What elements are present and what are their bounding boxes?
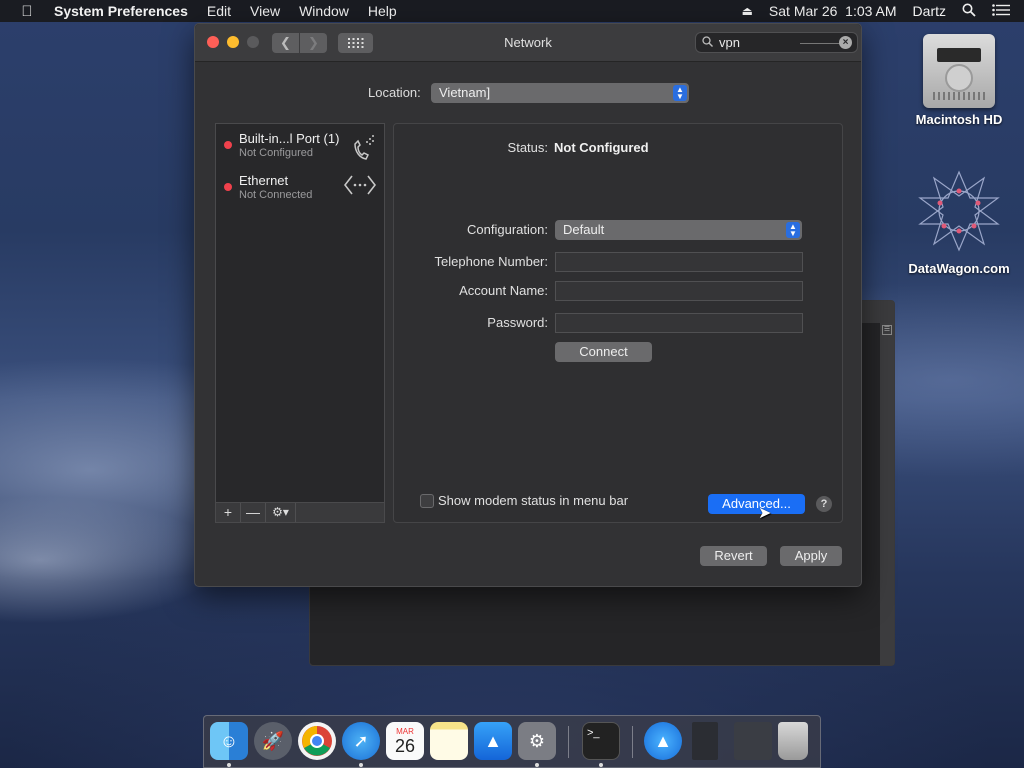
launchpad-icon[interactable]: 🚀	[254, 722, 292, 760]
mouse-pointer-icon: ➤	[758, 505, 772, 522]
desktop-icon-label: DataWagon.com	[908, 261, 1010, 276]
services-list-toolbar: + — ⚙▾	[215, 502, 385, 523]
telephone-number-label: Telephone Number:	[434, 254, 548, 269]
menubar-user[interactable]: Dartz	[913, 3, 946, 19]
app-store-icon[interactable]: ▲	[474, 722, 512, 760]
running-indicator	[535, 763, 539, 767]
desktop-icon-label: Macintosh HD	[915, 112, 1003, 127]
running-indicator	[359, 763, 363, 767]
account-name-label: Account Name:	[459, 283, 548, 298]
service-name: Ethernet	[239, 173, 289, 188]
network-services-list: Built-in...l Port (1) Not Configured Eth…	[215, 123, 385, 503]
trash-icon[interactable]	[778, 722, 808, 760]
system-preferences-icon[interactable]: ⚙	[518, 722, 556, 760]
app-store-downloads-icon[interactable]: ▲	[644, 722, 682, 760]
status-value: Not Configured	[554, 140, 649, 155]
gear-icon: ⚙▾	[272, 505, 289, 519]
plus-icon: +	[223, 504, 233, 520]
menu-window[interactable]: Window	[299, 3, 349, 19]
service-name: Built-in...l Port (1)	[239, 131, 340, 146]
menu-help[interactable]: Help	[368, 3, 397, 19]
chrome-icon[interactable]	[298, 722, 336, 760]
advanced-button[interactable]: Advanced...	[708, 494, 805, 514]
background-window-scrollbar[interactable]	[880, 323, 894, 665]
search-divider	[800, 43, 840, 44]
menu-bar:  System Preferences Edit View Window He…	[0, 0, 1024, 22]
dock: ☺ 🚀 ➚ MAR 26 ▲ ⚙ >_ ▲	[203, 715, 821, 768]
status-label: Status:	[507, 140, 548, 155]
minus-icon: —	[246, 504, 260, 520]
html-file-icon[interactable]	[692, 722, 718, 760]
service-item-builtin-port[interactable]: Built-in...l Port (1) Not Configured	[216, 124, 384, 166]
telephone-number-field[interactable]	[555, 252, 803, 272]
dock-separator	[568, 726, 569, 758]
hard-drive-icon	[923, 34, 995, 108]
terminal-icon[interactable]: >_	[582, 722, 620, 760]
help-button[interactable]: ?	[816, 496, 832, 512]
service-item-ethernet[interactable]: Ethernet Not Connected	[216, 166, 384, 208]
location-label: Location:	[368, 85, 421, 100]
running-indicator	[599, 763, 603, 767]
dock-separator	[632, 726, 633, 758]
finder-icon[interactable]: ☺	[210, 722, 248, 760]
show-modem-status-label[interactable]: Show modem status in menu bar	[438, 493, 628, 508]
calendar-month: MAR	[396, 726, 414, 736]
clear-search-icon[interactable]: ×	[839, 36, 852, 49]
script-file-icon[interactable]	[734, 722, 772, 760]
safari-icon[interactable]: ➚	[342, 722, 380, 760]
chevron-up-down-icon: ▲ ▼	[673, 85, 687, 101]
scroll-menu-icon[interactable]: ☰	[882, 325, 892, 335]
connect-button[interactable]: Connect	[555, 342, 652, 362]
remove-service-button[interactable]: —	[241, 503, 266, 522]
notes-icon[interactable]	[430, 722, 468, 760]
apple-menu-icon[interactable]: 	[18, 3, 36, 20]
phone-modem-icon	[352, 132, 376, 167]
running-indicator	[227, 763, 231, 767]
add-service-button[interactable]: +	[216, 503, 241, 522]
chevron-up-down-icon: ▲ ▼	[786, 222, 800, 238]
service-status: Not Connected	[239, 189, 313, 201]
revert-button[interactable]: Revert	[700, 546, 767, 566]
search-input[interactable]: vpn	[719, 35, 740, 50]
star-pattern-icon	[918, 170, 1000, 252]
menubar-clock[interactable]: Sat Mar 26 1:03 AM	[769, 3, 897, 19]
calendar-day: 26	[394, 735, 416, 756]
menu-edit[interactable]: Edit	[207, 3, 231, 19]
search-icon	[702, 35, 713, 50]
spotlight-search-icon[interactable]	[962, 3, 976, 20]
configuration-label: Configuration:	[467, 222, 548, 237]
eject-icon[interactable]: ⏏	[742, 4, 753, 18]
password-field[interactable]	[555, 313, 803, 333]
desktop-icon-datawagon[interactable]: DataWagon.com	[904, 168, 1014, 276]
location-select[interactable]: Vietnam] ▲ ▼	[431, 83, 689, 103]
search-field[interactable]: vpn ×	[695, 32, 858, 53]
service-status: Not Configured	[239, 147, 313, 159]
show-modem-status-checkbox[interactable]	[420, 494, 434, 508]
ethernet-icon	[343, 174, 377, 201]
menu-view[interactable]: View	[250, 3, 280, 19]
status-dot	[224, 141, 232, 149]
service-actions-menu-button[interactable]: ⚙▾	[266, 503, 296, 522]
window-titlebar[interactable]: ❮ ❯ Network vpn ×	[195, 24, 861, 62]
calendar-icon[interactable]: MAR 26	[386, 722, 424, 760]
configuration-select[interactable]: Default ▲ ▼	[555, 220, 802, 240]
apply-button[interactable]: Apply	[780, 546, 842, 566]
location-value: Vietnam]	[439, 85, 491, 100]
notification-center-icon[interactable]	[992, 3, 1010, 19]
service-detail-panel: Status: Not Configured Configuration: De…	[393, 123, 843, 523]
desktop-icon-macintosh-hd[interactable]: Macintosh HD	[904, 34, 1014, 127]
status-dot	[224, 183, 232, 191]
account-name-field[interactable]	[555, 281, 803, 301]
password-label: Password:	[487, 315, 548, 330]
configuration-value: Default	[563, 222, 605, 237]
menu-app-name[interactable]: System Preferences	[54, 3, 188, 19]
